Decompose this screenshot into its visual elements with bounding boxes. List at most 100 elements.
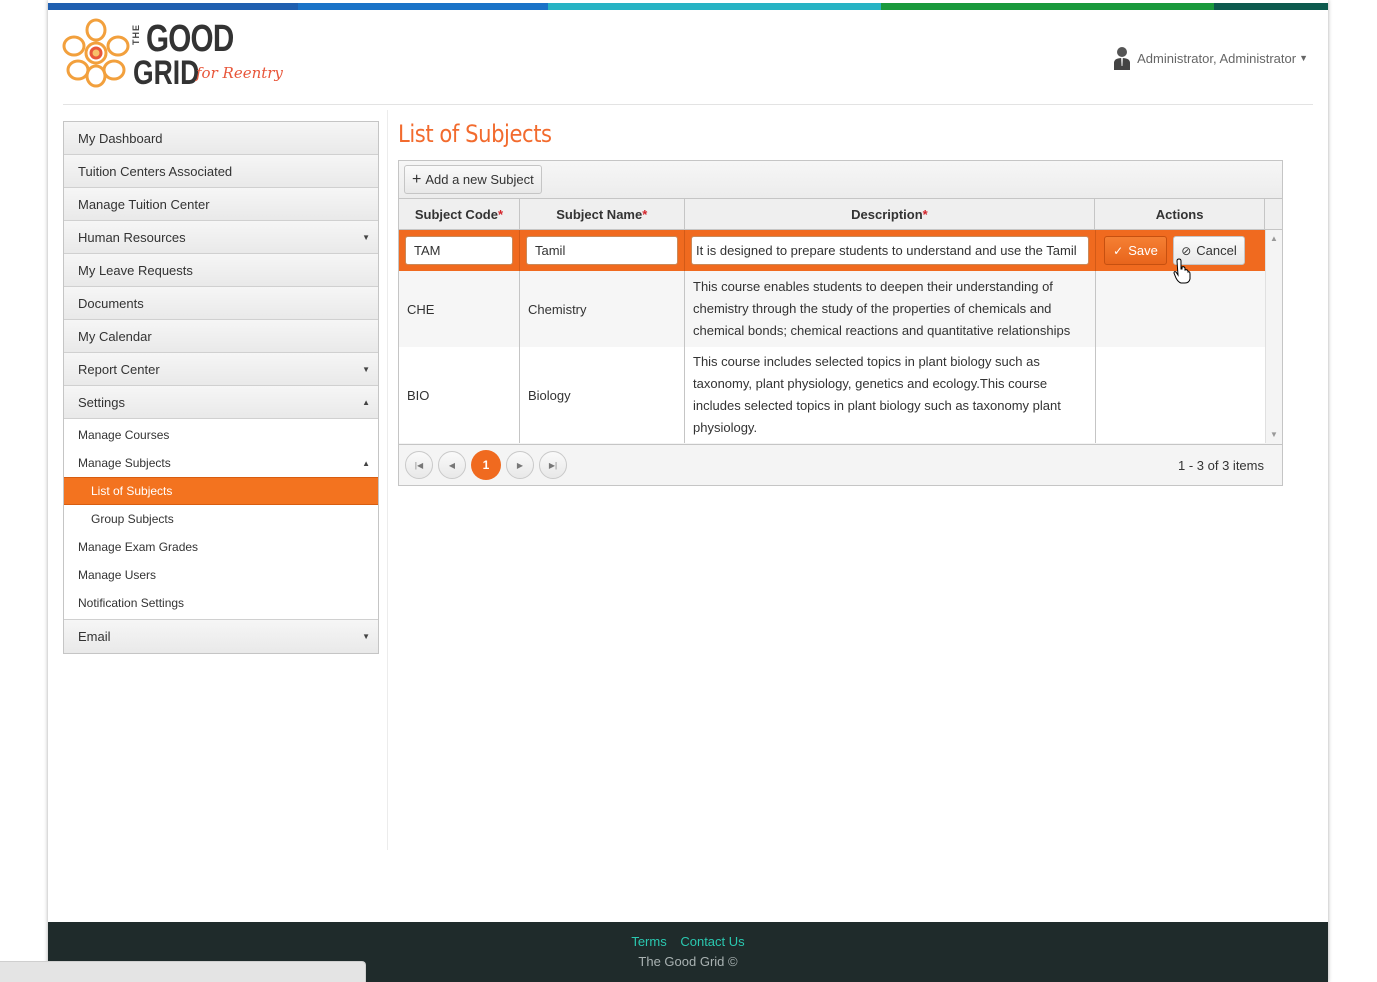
edit-cell-description: It is designed to prepare students to un… bbox=[685, 230, 1096, 271]
cancel-label: Cancel bbox=[1196, 243, 1237, 258]
scroll-up-icon[interactable]: ▲ bbox=[1270, 234, 1278, 243]
add-subject-button[interactable]: + Add a new Subject bbox=[404, 165, 542, 194]
cancel-circle-icon: ⊘ bbox=[1181, 243, 1192, 258]
sidebar-item-label: My Calendar bbox=[78, 328, 152, 344]
sidebar-item-label: Settings bbox=[78, 394, 125, 410]
header-divider bbox=[63, 104, 1313, 105]
submenu-item-label: List of Subjects bbox=[91, 484, 173, 498]
submenu-item-label: Notification Settings bbox=[78, 596, 185, 610]
sidebar-item-manage-tuition-center[interactable]: Manage Tuition Center bbox=[64, 188, 378, 221]
sidebar: My Dashboard Tuition Centers Associated … bbox=[63, 121, 379, 654]
prev-page-icon[interactable]: ◀ bbox=[438, 451, 466, 479]
submenu-item-manage-subjects[interactable]: Manage Subjects ▲ bbox=[64, 449, 378, 477]
sidebar-item-label: My Leave Requests bbox=[78, 262, 193, 278]
last-page-icon[interactable]: ▶| bbox=[539, 451, 567, 479]
submenu-item-list-of-subjects[interactable]: List of Subjects bbox=[64, 477, 378, 505]
table-row[interactable]: BIO Biology This course includes selecte… bbox=[399, 347, 1282, 443]
required-mark: * bbox=[922, 206, 928, 222]
sidebar-item-label: Email bbox=[78, 629, 111, 644]
cell-actions bbox=[1096, 347, 1266, 443]
bottom-overlay-tab bbox=[0, 961, 366, 982]
chevron-down-icon: ▼ bbox=[1299, 53, 1308, 63]
terms-link[interactable]: Terms bbox=[631, 934, 666, 949]
submenu-item-label: Manage Courses bbox=[78, 428, 170, 442]
save-button[interactable]: ✓ Save bbox=[1104, 236, 1167, 265]
scroll-down-icon[interactable]: ▼ bbox=[1270, 430, 1278, 439]
subject-code-input[interactable]: TAM bbox=[405, 236, 513, 265]
checkmark-icon: ✓ bbox=[1113, 243, 1124, 258]
user-avatar-icon bbox=[1114, 47, 1131, 70]
column-header-subject-code[interactable]: Subject Code * bbox=[399, 199, 520, 229]
submenu-item-manage-exam-grades[interactable]: Manage Exam Grades bbox=[64, 533, 378, 561]
sidebar-item-email[interactable]: Email ▼ bbox=[64, 620, 378, 653]
sidebar-item-label: Manage Tuition Center bbox=[78, 196, 210, 212]
sidebar-item-label: Human Resources bbox=[78, 229, 186, 245]
content-divider bbox=[387, 110, 388, 850]
table-row[interactable]: CHE Chemistry This course enables studen… bbox=[399, 271, 1282, 347]
submenu-item-group-subjects[interactable]: Group Subjects bbox=[64, 505, 378, 533]
column-header-subject-name[interactable]: Subject Name * bbox=[520, 199, 685, 229]
table-row-editing: TAM Tamil It is designed to prepare stud… bbox=[399, 230, 1282, 271]
sidebar-item-dashboard[interactable]: My Dashboard bbox=[64, 122, 378, 155]
column-header-description[interactable]: Description * bbox=[685, 199, 1096, 229]
top-color-bar bbox=[48, 3, 1328, 10]
hand-cursor-icon bbox=[1173, 258, 1191, 284]
triangle-up-icon: ▲ bbox=[362, 458, 370, 468]
submenu-item-label: Group Subjects bbox=[91, 512, 174, 526]
required-mark: * bbox=[497, 206, 503, 222]
logo-tagline: for Reentry bbox=[196, 64, 283, 82]
next-page-icon[interactable]: ▶ bbox=[506, 451, 534, 479]
brand-logo[interactable]: THE GOOD GRID for Reentry bbox=[62, 18, 292, 93]
sidebar-item-tuition-centers-associated[interactable]: Tuition Centers Associated bbox=[64, 155, 378, 188]
required-mark: * bbox=[642, 206, 648, 222]
sidebar-item-settings[interactable]: Settings ▲ bbox=[64, 386, 378, 419]
sidebar-item-human-resources[interactable]: Human Resources ▼ bbox=[64, 221, 378, 254]
cell-name: Biology bbox=[520, 347, 685, 443]
page-number-current[interactable]: 1 bbox=[471, 450, 501, 480]
sidebar-item-report-center[interactable]: Report Center ▼ bbox=[64, 353, 378, 386]
logo-the: THE bbox=[131, 24, 141, 45]
user-menu[interactable]: Administrator, Administrator ▼ bbox=[1113, 46, 1308, 70]
sidebar-item-label: My Dashboard bbox=[78, 130, 163, 146]
grid-toolbar: + Add a new Subject bbox=[399, 161, 1282, 199]
cell-name: Chemistry bbox=[520, 271, 685, 347]
column-header-label: Subject Name bbox=[556, 206, 643, 222]
sidebar-item-documents[interactable]: Documents bbox=[64, 287, 378, 320]
edit-cell-code: TAM bbox=[399, 230, 520, 271]
cell-code: BIO bbox=[399, 347, 520, 443]
flower-logo-icon bbox=[62, 18, 130, 88]
edit-cell-name: Tamil bbox=[520, 230, 685, 271]
page-title: List of Subjects bbox=[398, 120, 552, 148]
subjects-grid: + Add a new Subject Subject Code * Subjec… bbox=[398, 160, 1283, 486]
submenu-item-label: Manage Users bbox=[78, 568, 157, 582]
cell-description: This course enables students to deepen t… bbox=[685, 271, 1096, 347]
grid-body: TAM Tamil It is designed to prepare stud… bbox=[399, 230, 1282, 443]
contact-link[interactable]: Contact Us bbox=[680, 934, 744, 949]
first-page-icon[interactable]: |◀ bbox=[405, 451, 433, 479]
sidebar-item-label: Documents bbox=[78, 295, 144, 311]
submenu-item-manage-users[interactable]: Manage Users bbox=[64, 561, 378, 589]
grid-header: Subject Code * Subject Name * Description *… bbox=[399, 199, 1282, 230]
submenu-item-manage-courses[interactable]: Manage Courses bbox=[64, 421, 378, 449]
page-container: THE GOOD GRID for Reentry Administrator,… bbox=[48, 0, 1328, 982]
description-input[interactable]: It is designed to prepare students to un… bbox=[691, 236, 1089, 265]
column-header-label: Description bbox=[851, 206, 923, 222]
footer-links: Terms Contact Us bbox=[48, 934, 1328, 949]
add-subject-label: Add a new Subject bbox=[425, 172, 534, 187]
column-header-label: Actions bbox=[1155, 206, 1204, 222]
subject-name-input[interactable]: Tamil bbox=[526, 236, 678, 265]
submenu-item-label: Manage Subjects bbox=[78, 456, 171, 470]
sidebar-item-leave-requests[interactable]: My Leave Requests bbox=[64, 254, 378, 287]
grid-scrollbar[interactable]: ▲ ▼ bbox=[1265, 230, 1282, 443]
triangle-down-icon: ▼ bbox=[362, 364, 370, 374]
submenu-item-notification-settings[interactable]: Notification Settings bbox=[64, 589, 378, 617]
settings-submenu: Manage Courses Manage Subjects ▲ List of … bbox=[64, 419, 378, 620]
triangle-down-icon: ▼ bbox=[362, 232, 370, 242]
cell-description: This course includes selected topics in … bbox=[685, 347, 1096, 443]
pager-info: 1 - 3 of 3 items bbox=[1178, 458, 1264, 473]
logo-grid: GRID bbox=[133, 54, 200, 92]
triangle-down-icon: ▼ bbox=[362, 632, 370, 641]
sidebar-item-calendar[interactable]: My Calendar bbox=[64, 320, 378, 353]
sidebar-item-label: Report Center bbox=[78, 361, 160, 377]
plus-icon: + bbox=[412, 170, 422, 188]
